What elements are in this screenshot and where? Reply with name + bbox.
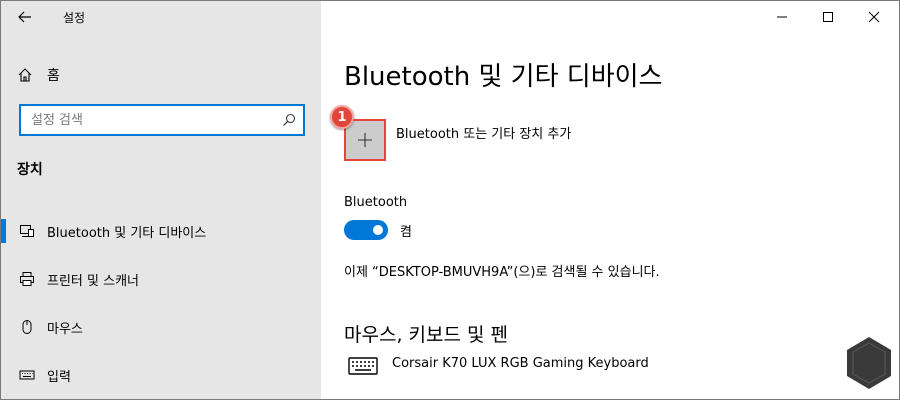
nav-home[interactable]: 홈 — [17, 63, 60, 87]
search-icon — [283, 113, 296, 126]
sidebar-item-label: 입력 — [47, 369, 71, 385]
page-title: Bluetooth 및 기타 디바이스 — [344, 62, 663, 92]
sidebar: 설정 홈 장치 — [1, 1, 321, 399]
app-title: 설정 — [63, 11, 86, 25]
settings-window: 설정 홈 장치 — [0, 0, 900, 400]
nav-list: Bluetooth 및 기타 디바이스 프린터 및 스캐너 마우스 입력 — [1, 207, 321, 399]
add-device-row[interactable]: Bluetooth 또는 기타 장치 추가 1 — [330, 105, 572, 161]
bluetooth-toggle-row: 켬 — [344, 220, 412, 240]
add-device-label: Bluetooth 또는 기타 장치 추가 — [396, 127, 572, 142]
device-item[interactable]: Corsair K70 LUX RGB Gaming Keyboard — [348, 356, 649, 376]
search-box — [19, 104, 305, 136]
plus-icon — [358, 133, 372, 147]
discoverable-text: 이제 “DESKTOP-BMUVH9A”(으)로 검색될 수 있습니다. — [344, 265, 660, 280]
toggle-knob — [373, 225, 383, 235]
keyboard-icon — [348, 357, 378, 375]
back-button[interactable] — [11, 5, 39, 29]
sidebar-item-label: 마우스 — [47, 321, 83, 337]
bluetooth-state: 켬 — [400, 224, 412, 240]
keyboard-icon — [19, 367, 35, 383]
minimize-icon — [777, 16, 787, 18]
sidebar-item-typing[interactable]: 입력 — [1, 351, 321, 399]
sidebar-item-label: Bluetooth 및 기타 디바이스 — [47, 225, 207, 241]
device-name: Corsair K70 LUX RGB Gaming Keyboard — [392, 355, 649, 371]
close-button[interactable] — [851, 1, 897, 33]
title-bar: 설정 — [1, 1, 321, 33]
printer-icon — [19, 271, 35, 287]
hashtag-logo — [847, 337, 891, 389]
section-heading-input-devices: 마우스, 키보드 및 펜 — [344, 324, 508, 346]
back-arrow-icon — [18, 11, 31, 23]
section-heading: 장치 — [17, 162, 43, 178]
home-label: 홈 — [47, 68, 60, 84]
minimize-button[interactable] — [759, 1, 805, 33]
close-icon — [868, 11, 880, 23]
sidebar-item-printers[interactable]: 프린터 및 스캐너 — [1, 255, 321, 303]
bluetooth-toggle[interactable] — [344, 220, 388, 240]
maximize-icon — [823, 12, 833, 22]
sidebar-item-bluetooth[interactable]: Bluetooth 및 기타 디바이스 — [1, 207, 321, 255]
sidebar-item-label: 프린터 및 스캐너 — [47, 273, 139, 289]
bluetooth-label: Bluetooth — [344, 195, 408, 210]
step-badge: 1 — [330, 105, 354, 129]
search-input[interactable] — [21, 106, 275, 134]
home-icon — [18, 68, 32, 82]
bluetooth-devices-icon — [19, 223, 35, 239]
mouse-icon — [19, 319, 35, 335]
search-button[interactable] — [275, 106, 303, 134]
main-content: Bluetooth 및 기타 디바이스 Bluetooth 또는 기타 장치 추… — [321, 1, 899, 399]
sidebar-item-mouse[interactable]: 마우스 — [1, 303, 321, 351]
maximize-button[interactable] — [805, 1, 851, 33]
